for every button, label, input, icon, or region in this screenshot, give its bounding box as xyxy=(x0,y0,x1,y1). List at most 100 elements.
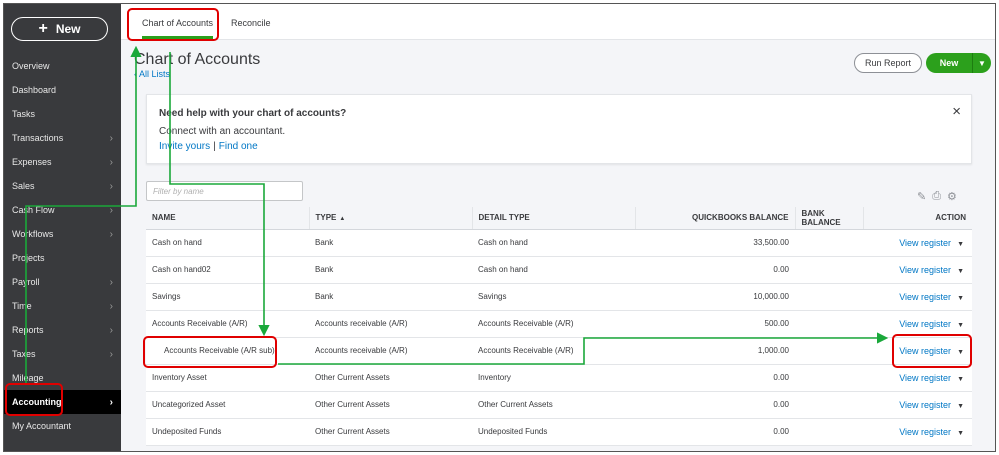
cell-detail-type: Accounts Receivable (A/R) xyxy=(472,310,635,338)
column-header-action: ACTION xyxy=(863,207,972,230)
table-row[interactable]: Undeposited Funds Other Current Assets Und… xyxy=(146,418,972,446)
sidebar-item-time[interactable]: Time › xyxy=(4,294,121,318)
column-header-type-label: TYPE xyxy=(315,213,337,223)
table-row[interactable]: Cash on hand Bank Cash on hand 33,500.00 Vie… xyxy=(146,229,972,257)
table-row[interactable]: Uncategorized Asset Other Current Assets O… xyxy=(146,391,972,419)
cell-bank-balance xyxy=(795,391,863,419)
chevron-right-icon: › xyxy=(109,228,113,240)
cell-action: View register ▼ xyxy=(863,310,972,338)
view-register-link[interactable]: View register xyxy=(899,400,951,410)
cell-detail-type: Inventory xyxy=(472,364,635,392)
column-header-name[interactable]: NAME xyxy=(146,207,310,230)
cell-detail-type: Undeposited Funds xyxy=(472,418,635,446)
sidebar-item-tasks[interactable]: Tasks xyxy=(4,102,121,126)
caret-down-icon[interactable]: ▼ xyxy=(957,241,964,248)
table-row[interactable]: Accounts Receivable (A/R) Accounts receiv… xyxy=(146,310,972,338)
chevron-right-icon: › xyxy=(109,180,113,192)
caret-down-icon[interactable]: ▼ xyxy=(957,268,964,275)
sidebar-item-expenses[interactable]: Expenses › xyxy=(4,150,121,174)
column-header-detail-type[interactable]: DETAIL TYPE xyxy=(472,207,636,230)
cell-bank-balance xyxy=(795,337,863,365)
sort-up-icon: ▲ xyxy=(339,216,346,223)
help-links: Invite yours | Find one xyxy=(159,141,258,152)
table-row[interactable]: Inventory Asset Other Current Assets Inven… xyxy=(146,364,972,392)
all-lists-link[interactable]: ‹ All Lists xyxy=(134,69,170,79)
cell-type: Other Current Assets xyxy=(309,418,472,446)
view-register-link[interactable]: View register xyxy=(899,292,951,302)
column-header-bank-balance[interactable]: BANK BALANCE xyxy=(795,207,864,230)
sidebar-item-overview[interactable]: Overview xyxy=(4,54,121,78)
cell-bank-balance xyxy=(795,364,863,392)
sidebar-item-workflows[interactable]: Workflows › xyxy=(4,222,121,246)
caret-down-icon[interactable]: ▼ xyxy=(957,322,964,329)
sidebar-item-label: Tasks xyxy=(12,109,36,119)
sidebar-item-sales[interactable]: Sales › xyxy=(4,174,121,198)
cell-action: View register ▼ xyxy=(863,391,972,419)
table-row[interactable]: Savings Bank Savings 10,000.00 View register… xyxy=(146,283,972,311)
sidebar-item-dashboard[interactable]: Dashboard xyxy=(4,78,121,102)
sidebar-item-label: Reports xyxy=(12,325,44,335)
help-title: Need help with your chart of accounts? xyxy=(159,108,347,119)
caret-down-icon[interactable]: ▼ xyxy=(973,59,991,68)
caret-down-icon[interactable]: ▼ xyxy=(957,376,964,383)
cell-detail-type: Cash on hand xyxy=(472,256,635,284)
annotation-box-accounting xyxy=(5,383,63,416)
cell-quickbooks-balance: 0.00 xyxy=(635,418,795,446)
print-icon[interactable]: ⎙ xyxy=(932,190,941,203)
caret-down-icon[interactable]: ▼ xyxy=(957,295,964,302)
view-register-link[interactable]: View register xyxy=(899,238,951,248)
chevron-right-icon: › xyxy=(109,132,113,144)
chevron-right-icon: › xyxy=(109,204,113,216)
chevron-right-icon: › xyxy=(109,348,113,360)
run-report-button[interactable]: Run Report xyxy=(854,53,922,73)
view-register-link[interactable]: View register xyxy=(899,427,951,437)
filter-by-name-input[interactable]: Filter by name xyxy=(146,181,303,201)
cell-name: Undeposited Funds xyxy=(146,418,309,446)
view-register-link[interactable]: View register xyxy=(899,373,951,383)
sidebar-item-reports[interactable]: Reports › xyxy=(4,318,121,342)
cell-bank-balance xyxy=(795,256,863,284)
gear-icon[interactable]: ⚙ xyxy=(947,190,957,203)
cell-quickbooks-balance: 500.00 xyxy=(635,310,795,338)
new-account-button[interactable]: New ▼ xyxy=(926,53,991,73)
plus-icon: + xyxy=(38,20,48,37)
cell-action: View register ▼ xyxy=(863,418,972,446)
close-icon[interactable]: × xyxy=(952,103,961,120)
sidebar-item-transactions[interactable]: Transactions › xyxy=(4,126,121,150)
cell-action: View register ▼ xyxy=(863,283,972,311)
sidebar-item-label: Workflows xyxy=(12,229,54,239)
cell-name: Savings xyxy=(146,283,309,311)
column-header-quickbooks-balance[interactable]: QUICKBOOKS BALANCE xyxy=(635,207,796,230)
cell-name: Inventory Asset xyxy=(146,364,309,392)
caret-down-icon[interactable]: ▼ xyxy=(957,430,964,437)
cell-quickbooks-balance: 0.00 xyxy=(635,256,795,284)
sidebar-item-label: Dashboard xyxy=(12,85,57,95)
cell-bank-balance xyxy=(795,310,863,338)
tab-reconcile[interactable]: Reconcile xyxy=(231,18,271,28)
view-register-link[interactable]: View register xyxy=(899,265,951,275)
cell-name: Uncategorized Asset xyxy=(146,391,309,419)
sidebar-item-cash-flow[interactable]: Cash Flow › xyxy=(4,198,121,222)
new-button[interactable]: + New xyxy=(11,17,108,41)
cell-action: View register ▼ xyxy=(863,256,972,284)
invite-yours-link[interactable]: Invite yours xyxy=(159,141,210,152)
table-row[interactable]: Cash on hand02 Bank Cash on hand 0.00 View r… xyxy=(146,256,972,284)
sidebar-item-payroll[interactable]: Payroll › xyxy=(4,270,121,294)
pencil-icon[interactable]: ✎ xyxy=(917,190,926,203)
sidebar-item-taxes[interactable]: Taxes › xyxy=(4,342,121,366)
find-one-link[interactable]: Find one xyxy=(219,141,258,152)
cell-bank-balance xyxy=(795,229,863,257)
sidebar-item-label: Transactions xyxy=(12,133,64,143)
sidebar-item-my-accountant[interactable]: My Accountant xyxy=(4,414,121,438)
column-header-type[interactable]: TYPE ▲ xyxy=(309,207,473,230)
cell-quickbooks-balance: 0.00 xyxy=(635,364,795,392)
view-register-link[interactable]: View register xyxy=(899,319,951,329)
cell-type: Bank xyxy=(309,283,472,311)
caret-down-icon[interactable]: ▼ xyxy=(957,403,964,410)
cell-name: Cash on hand02 xyxy=(146,256,309,284)
sidebar-item-label: Payroll xyxy=(12,277,40,287)
sidebar-item-projects[interactable]: Projects xyxy=(4,246,121,270)
help-subtitle: Connect with an accountant. xyxy=(159,126,286,137)
cell-type: Bank xyxy=(309,229,472,257)
new-account-label: New xyxy=(939,58,959,68)
